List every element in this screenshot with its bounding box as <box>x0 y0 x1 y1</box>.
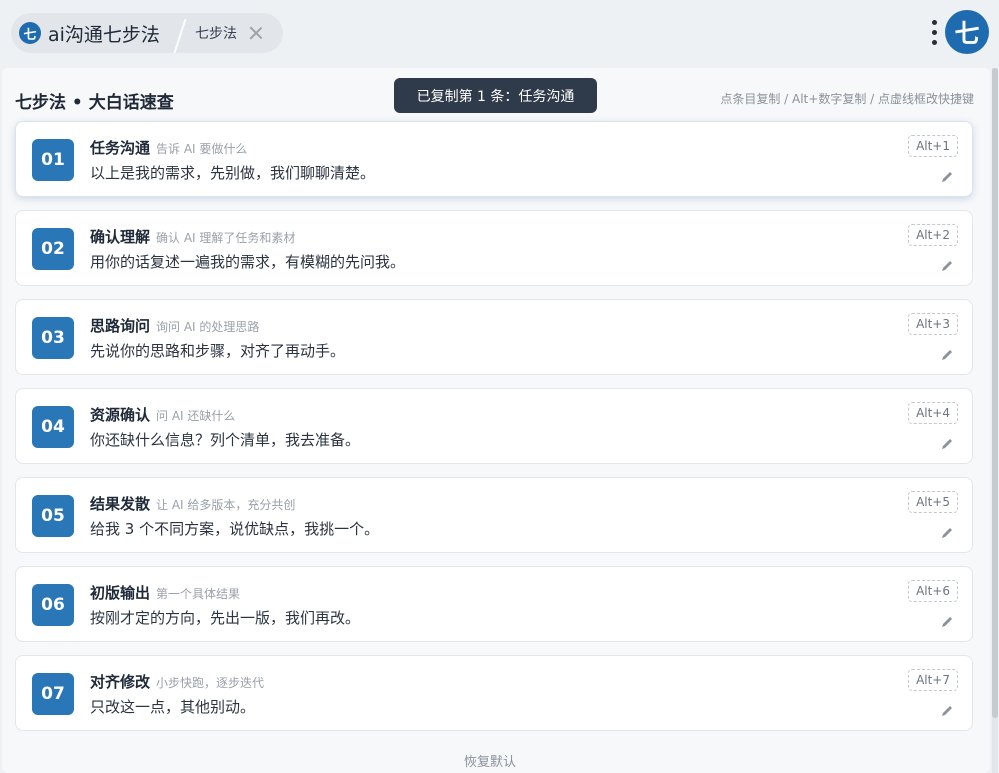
shortcut-box[interactable]: Alt+2 <box>908 224 958 246</box>
more-menu-icon[interactable] <box>929 17 939 47</box>
restore-defaults-link[interactable]: 恢复默认 <box>464 751 516 770</box>
step-subtitle: 询问 AI 的处理思路 <box>156 320 260 334</box>
tab-qibufa[interactable]: 七步法 <box>195 13 263 53</box>
step-prompt: 你还缺什么信息？列个清单，我去准备。 <box>90 431 361 449</box>
step-prompt: 只改这一点，其他别动。 <box>90 698 256 716</box>
shortcut-box[interactable]: Alt+6 <box>908 580 958 602</box>
step-title: 任务沟通 <box>90 139 151 157</box>
tab-label: 七步法 <box>195 26 237 42</box>
scrollbar-thumb[interactable] <box>992 68 998 718</box>
step-number: 03 <box>32 317 74 359</box>
top-bar: 七 ai沟通七步法 七步法 七 <box>0 0 999 66</box>
copy-toast: 已复制第 1 条：任务沟通 <box>394 78 597 113</box>
app-title: ai沟通七步法 <box>48 23 160 46</box>
step-prompt: 以上是我的需求，先别做，我们聊聊清楚。 <box>90 164 376 182</box>
shortcut-box[interactable]: Alt+4 <box>908 402 958 424</box>
step-title-row: 对齐修改 小步快跑，逐步迭代 <box>90 671 264 692</box>
main-panel: 七步法 • 大白话速查 已复制第 1 条：任务沟通 点条目复制 / Alt+数字… <box>2 68 990 773</box>
step-card[interactable]: 02 确认理解 确认 AI 理解了任务和素材 用你的话复述一遍我的需求，有模糊的先… <box>15 210 973 286</box>
step-card[interactable]: 05 结果发散让 AI 给多版本，充分共创 给我 3 个不同方案，说优缺点，我挑… <box>15 477 973 553</box>
step-number: 01 <box>32 139 74 181</box>
step-subtitle: 问 AI 还缺什么 <box>156 409 236 423</box>
app-tab-bar: 七 ai沟通七步法 七步法 <box>11 13 283 53</box>
step-number: 04 <box>32 406 74 448</box>
step-title: 思路询问 <box>90 317 151 335</box>
step-title: 资源确认 <box>90 406 151 424</box>
step-title-row: 资源确认问 AI 还缺什么 <box>90 404 235 425</box>
close-icon[interactable] <box>249 26 263 40</box>
step-subtitle: 小步快跑，逐步迭代 <box>156 676 265 690</box>
step-title-row: 确认理解 确认 AI 理解了任务和素材 <box>90 226 295 247</box>
step-card[interactable]: 06 初版输出 第一个具体结果 按刚才定的方向，先出一版，我们再改。 Alt+6 <box>15 566 973 642</box>
step-title-row: 结果发散让 AI 给多版本，充分共创 <box>90 493 295 514</box>
step-subtitle: 第一个具体结果 <box>156 587 241 601</box>
step-title: 结果发散 <box>90 495 151 513</box>
step-number: 06 <box>32 584 74 626</box>
shortcut-box[interactable]: Alt+1 <box>908 135 958 157</box>
scrollbar[interactable] <box>992 68 998 773</box>
step-subtitle: 确认 AI 理解了任务和素材 <box>156 231 296 245</box>
app-logo-icon: 七 <box>19 22 41 44</box>
pencil-icon[interactable] <box>940 704 954 718</box>
page-title: 七步法 • 大白话速查 <box>15 93 174 113</box>
pencil-icon[interactable] <box>940 615 954 629</box>
shortcut-box[interactable]: Alt+7 <box>908 669 958 691</box>
step-title-row: 任务沟通 告诉 AI 要做什么 <box>90 137 247 158</box>
shortcut-box[interactable]: Alt+3 <box>908 313 958 335</box>
step-prompt: 给我 3 个不同方案，说优缺点，我挑一个。 <box>90 520 380 538</box>
step-title-row: 初版输出 第一个具体结果 <box>90 582 240 603</box>
step-number: 05 <box>32 495 74 537</box>
app-tab[interactable]: 七 ai沟通七步法 <box>19 13 160 53</box>
usage-hint: 点条目复制 / Alt+数字复制 / 点虚线框改快捷键 <box>720 92 974 106</box>
pencil-icon[interactable] <box>940 170 954 184</box>
shortcut-box[interactable]: Alt+5 <box>908 491 958 513</box>
pencil-icon[interactable] <box>940 259 954 273</box>
step-card[interactable]: 04 资源确认问 AI 还缺什么 你还缺什么信息？列个清单，我去准备。 Alt+… <box>15 388 973 464</box>
step-subtitle: 让 AI 给多版本，充分共创 <box>156 498 296 512</box>
step-card[interactable]: 03 思路询问 询问 AI 的处理思路 先说你的思路和步骤，对齐了再动手。 Alt… <box>15 299 973 375</box>
step-title-row: 思路询问 询问 AI 的处理思路 <box>90 315 259 336</box>
step-prompt: 先说你的思路和步骤，对齐了再动手。 <box>90 342 346 360</box>
step-number: 02 <box>32 228 74 270</box>
tab-divider <box>173 19 187 53</box>
step-prompt: 按刚才定的方向，先出一版，我们再改。 <box>90 609 361 627</box>
pencil-icon[interactable] <box>940 526 954 540</box>
step-title: 确认理解 <box>90 228 151 246</box>
step-title: 初版输出 <box>90 584 151 602</box>
step-title: 对齐修改 <box>90 673 151 691</box>
step-number: 07 <box>32 673 74 715</box>
step-card[interactable]: 07 对齐修改 小步快跑，逐步迭代 只改这一点，其他别动。 Alt+7 <box>15 655 973 731</box>
pencil-icon[interactable] <box>940 437 954 451</box>
avatar[interactable]: 七 <box>945 10 989 54</box>
step-prompt: 用你的话复述一遍我的需求，有模糊的先问我。 <box>90 253 406 271</box>
pencil-icon[interactable] <box>940 348 954 362</box>
step-subtitle: 告诉 AI 要做什么 <box>156 142 248 156</box>
step-card[interactable]: 01 任务沟通 告诉 AI 要做什么 以上是我的需求，先别做，我们聊聊清楚。 Al… <box>15 121 973 197</box>
